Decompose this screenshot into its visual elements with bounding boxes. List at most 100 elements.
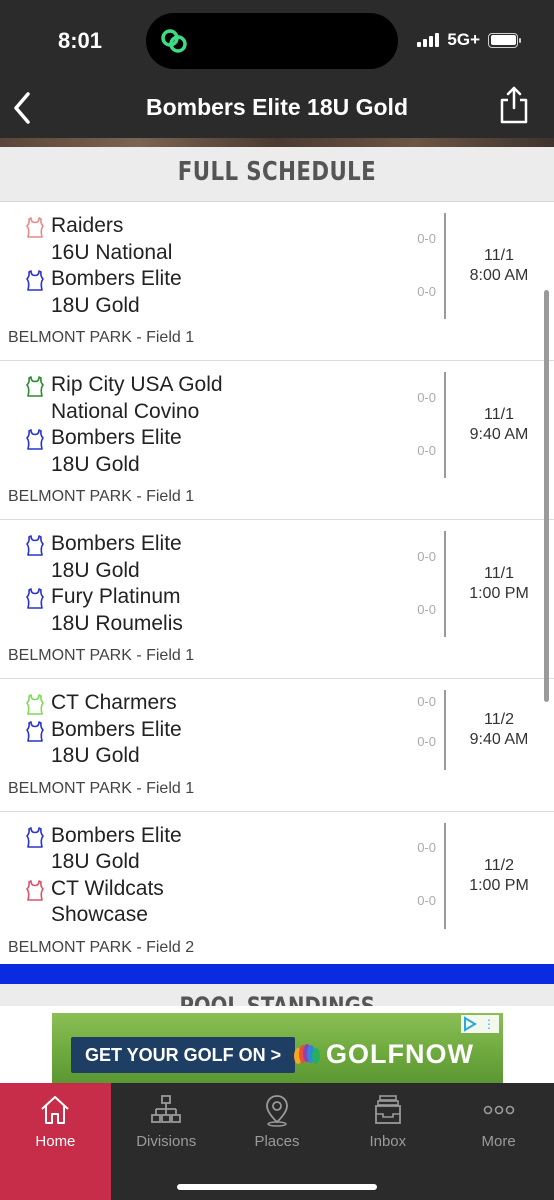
- game-venue[interactable]: BELMONT PARK - Field 1: [8, 780, 194, 798]
- game-card[interactable]: CT Charmers Bombers Elite 18U Gold 0-0 0-0 1…: [0, 679, 554, 812]
- ad-choices-icon[interactable]: ⋮: [461, 1015, 499, 1033]
- jersey-icon: [26, 270, 44, 291]
- game-date: 11/1: [484, 565, 514, 582]
- game-time: 9:40 AM: [469, 730, 529, 748]
- game-datetime: 11/2 9:40 AM: [452, 710, 546, 750]
- tab-label-home: Home: [35, 1133, 76, 1150]
- tab-label-inbox: Inbox: [369, 1133, 407, 1150]
- next-section-title: POOL STANDINGS: [179, 992, 375, 1006]
- status-indicators: 5G+: [417, 30, 521, 50]
- team1-score: 0-0: [417, 389, 436, 405]
- team-row-home[interactable]: Rip City USA Gold National Covino: [24, 372, 391, 425]
- column-divider: [444, 372, 446, 478]
- team-row-home[interactable]: Bombers Elite 18U Gold: [24, 531, 391, 584]
- column-divider: [444, 213, 446, 319]
- team-name: Raiders 16U National: [51, 214, 173, 264]
- ad-banner[interactable]: GET YOUR GOLF ON > GOLFNOW ⋮: [52, 1013, 503, 1083]
- peacock-icon: [294, 1043, 320, 1064]
- game-card[interactable]: Bombers Elite 18U Gold Fury Platinum 18U …: [0, 520, 554, 679]
- team-row-away[interactable]: Bombers Elite 18U Gold: [24, 425, 391, 478]
- inbox-icon: [374, 1095, 401, 1124]
- section-title: FULL SCHEDULE: [177, 157, 377, 187]
- game-venue[interactable]: BELMONT PARK - Field 1: [8, 329, 194, 347]
- team1-score: 0-0: [417, 548, 436, 564]
- game-venue[interactable]: BELMONT PARK - Field 1: [8, 647, 194, 665]
- game-time: 9:40 AM: [469, 426, 529, 443]
- game-card[interactable]: Bombers Elite 18U Gold CT Wildcats Showca…: [0, 811, 554, 971]
- tab-bar: Home Divisions Places Inbox More: [0, 1083, 554, 1200]
- game-time: 8:00 AM: [469, 267, 529, 284]
- teams: Rip City USA Gold National Covino Bombers…: [24, 372, 391, 478]
- banner-image: [0, 138, 554, 147]
- team-name: Bombers Elite 18U Gold: [51, 532, 182, 582]
- game-datetime: 11/1 8:00 AM: [452, 246, 546, 286]
- divisions-icon: [151, 1095, 182, 1123]
- ad-brand: GOLFNOW: [292, 1039, 474, 1070]
- tab-label-places: Places: [254, 1133, 300, 1150]
- jersey-icon: [26, 826, 44, 848]
- section-header: FULL SCHEDULE: [0, 147, 554, 202]
- team-row-home[interactable]: CT Charmers: [24, 690, 391, 717]
- teams: CT Charmers Bombers Elite 18U Gold: [24, 690, 391, 770]
- team-name: CT Charmers: [51, 691, 177, 714]
- team1-score: 0-0: [417, 694, 436, 710]
- jersey-icon: [26, 217, 44, 238]
- team-row-away[interactable]: CT Wildcats Showcase: [24, 876, 391, 929]
- team-name: CT Wildcats Showcase: [51, 876, 164, 927]
- game-date: 11/2: [484, 710, 514, 728]
- ad-cta-button[interactable]: GET YOUR GOLF ON >: [71, 1037, 296, 1073]
- header-bar: 8:01 5G+ Bombers Elite 18U Gold: [0, 0, 554, 138]
- page-title: Bombers Elite 18U Gold: [145, 94, 408, 120]
- teams: Bombers Elite 18U Gold Fury Platinum 18U …: [24, 531, 391, 637]
- teams: Bombers Elite 18U Gold CT Wildcats Showca…: [24, 823, 391, 929]
- home-indicator: [177, 1184, 377, 1190]
- tab-divisions[interactable]: Divisions: [111, 1083, 222, 1200]
- team-name: Bombers Elite 18U Gold: [51, 426, 182, 476]
- team-row-away[interactable]: Bombers Elite 18U Gold: [24, 266, 391, 319]
- game-date: 11/2: [484, 856, 514, 874]
- tab-inbox[interactable]: Inbox: [332, 1083, 443, 1200]
- tab-places[interactable]: Places: [222, 1083, 333, 1200]
- game-card[interactable]: Raiders 16U National Bombers Elite 18U Go…: [0, 202, 554, 361]
- ad-container: GET YOUR GOLF ON > GOLFNOW ⋮: [0, 1006, 554, 1083]
- network-type: 5G+: [447, 30, 480, 49]
- ad-brand-text: GOLFNOW: [326, 1039, 474, 1069]
- team2-score: 0-0: [417, 734, 436, 749]
- svg-text:⋮: ⋮: [483, 1017, 495, 1031]
- team-row-away[interactable]: Bombers Elite 18U Gold: [24, 717, 391, 770]
- team-row-away[interactable]: Fury Platinum 18U Roumelis: [24, 584, 391, 637]
- team-name: Fury Platinum 18U Roumelis: [51, 585, 183, 635]
- dynamic-island: [146, 13, 398, 69]
- tab-more[interactable]: More: [443, 1083, 554, 1200]
- signal-icon: [417, 33, 440, 47]
- battery-icon: [488, 32, 521, 48]
- game-date: 11/1: [484, 247, 514, 264]
- more-icon: [483, 1105, 514, 1115]
- column-divider: [444, 531, 446, 637]
- team2-score: 0-0: [417, 601, 436, 617]
- game-venue[interactable]: BELMONT PARK - Field 2: [8, 939, 194, 957]
- jersey-icon: [26, 694, 44, 715]
- team-row-home[interactable]: Bombers Elite 18U Gold: [24, 823, 391, 876]
- share-icon[interactable]: [498, 86, 530, 124]
- jersey-icon: [26, 376, 44, 397]
- tab-label-more: More: [481, 1133, 516, 1150]
- jersey-icon: [26, 429, 44, 450]
- jersey-icon: [26, 588, 44, 609]
- team1-score: 0-0: [417, 840, 436, 855]
- scrollbar[interactable]: [544, 290, 549, 702]
- game-venue[interactable]: BELMONT PARK - Field 1: [8, 488, 194, 506]
- team-row-home[interactable]: Raiders 16U National: [24, 213, 391, 266]
- column-divider: [444, 690, 446, 770]
- game-time: 1:00 PM: [469, 585, 529, 602]
- game-datetime: 11/1 1:00 PM: [452, 564, 546, 604]
- tab-label-divisions: Divisions: [136, 1133, 197, 1150]
- game-card[interactable]: Rip City USA Gold National Covino Bombers…: [0, 361, 554, 520]
- teams: Raiders 16U National Bombers Elite 18U Go…: [24, 213, 391, 319]
- schedule-list: Raiders 16U National Bombers Elite 18U Go…: [0, 202, 554, 971]
- jersey-icon: [26, 879, 44, 901]
- game-time: 1:00 PM: [469, 876, 529, 894]
- home-icon: [41, 1096, 70, 1124]
- tab-home[interactable]: Home: [0, 1083, 111, 1200]
- link-icon: [161, 29, 187, 53]
